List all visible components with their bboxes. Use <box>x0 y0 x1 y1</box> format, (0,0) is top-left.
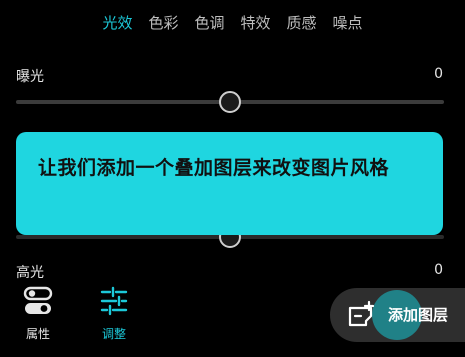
tab-texture[interactable]: 质感 <box>279 12 325 34</box>
coach-tooltip: 让我们添加一个叠加图层来改变图片风格 <box>16 132 443 235</box>
attributes-label: 属性 <box>25 327 50 341</box>
exposure-label: 曝光 <box>16 69 44 85</box>
exposure-slider-thumb[interactable] <box>219 91 241 113</box>
tab-tone[interactable]: 色调 <box>186 12 232 34</box>
tab-noise[interactable]: 噪点 <box>325 12 371 34</box>
add-layer-label: 添加图层 <box>388 306 449 324</box>
adjust-label: 调整 <box>101 327 126 341</box>
add-layer-icon <box>348 300 375 327</box>
tab-light-effect[interactable]: 光效 <box>94 12 140 34</box>
coach-tooltip-text: 让我们添加一个叠加图层来改变图片风格 <box>38 157 390 179</box>
add-layer-button[interactable]: 添加图层 <box>330 288 465 342</box>
toggle-switches-icon <box>23 286 53 314</box>
tab-effects[interactable]: 特效 <box>233 12 279 34</box>
adjust-button[interactable]: 调整 <box>90 286 138 342</box>
editor-panel: 光效 色彩 色调 特效 质感 噪点 曝光 0 让我们添加一个叠加图层来改变图片风… <box>0 0 465 357</box>
highlight-label: 高光 <box>16 265 44 281</box>
sliders-adjust-icon <box>100 286 128 316</box>
exposure-value: 0 <box>434 66 443 82</box>
tab-color[interactable]: 色彩 <box>140 12 186 34</box>
attributes-button[interactable]: 属性 <box>14 286 62 342</box>
highlight-value: 0 <box>434 262 443 278</box>
adjust-tab-bar: 光效 色彩 色调 特效 质感 噪点 <box>0 12 465 34</box>
